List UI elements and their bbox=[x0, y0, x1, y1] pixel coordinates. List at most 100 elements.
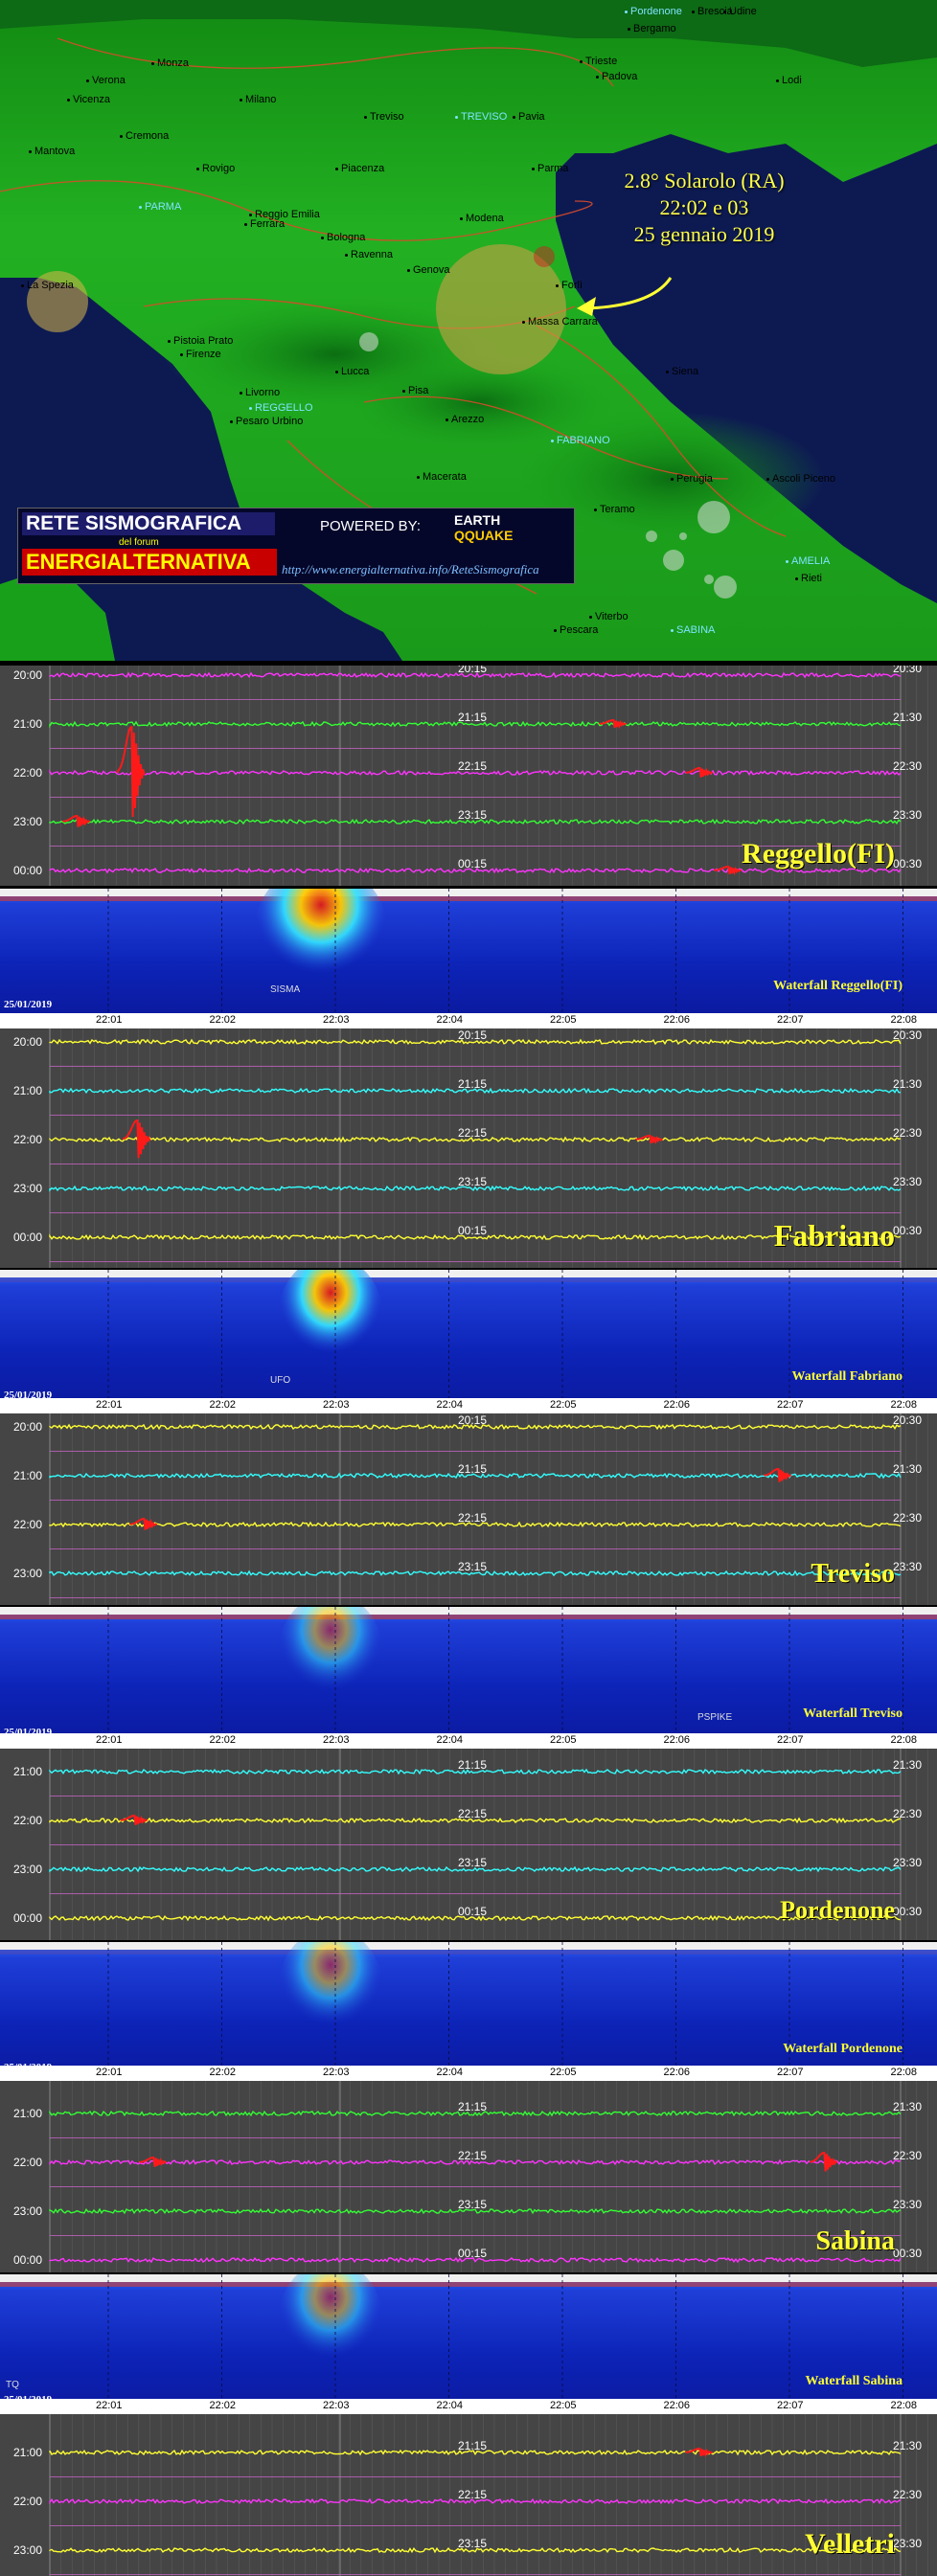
seismogram-traces bbox=[49, 1413, 928, 1605]
logo-title: RETE SISMOGRAFICA bbox=[22, 512, 275, 535]
city-label: Vicenza bbox=[67, 94, 110, 105]
time-axis-tick: 22:05 bbox=[550, 1014, 577, 1026]
logo-powered-by: POWERED BY: bbox=[320, 518, 422, 534]
event-annotation: 2.8° Solarolo (RA) 22:02 e 03 25 gennaio… bbox=[594, 168, 814, 248]
city-label: Livorno bbox=[240, 387, 280, 398]
row-time-mid: 00:15 bbox=[458, 1224, 488, 1237]
station-title: Fabriano bbox=[773, 1218, 895, 1253]
time-axis-tick: 22:01 bbox=[96, 2067, 123, 2078]
waterfall-annotation: UFO bbox=[270, 1375, 291, 1386]
time-axis-tick: 22:01 bbox=[96, 1399, 123, 1411]
row-time-end: 00:30 bbox=[893, 1224, 923, 1237]
waterfall-title: Waterfall Reggello(FI) bbox=[773, 979, 903, 993]
row-time-start: 21:00 bbox=[13, 1084, 43, 1097]
time-axis-tick: 22:07 bbox=[777, 2400, 804, 2411]
row-time-start: 21:00 bbox=[13, 1469, 43, 1482]
row-time-start: 21:00 bbox=[13, 2107, 43, 2120]
city-label: FABRIANO bbox=[551, 435, 610, 446]
row-time-mid: 23:15 bbox=[458, 2198, 488, 2211]
city-label: Bergamo bbox=[628, 23, 676, 34]
logo-url[interactable]: http://www.energialternativa.info/ReteSi… bbox=[282, 562, 539, 577]
row-time-start: 22:00 bbox=[13, 2156, 43, 2169]
row-time-mid: 00:15 bbox=[458, 2247, 488, 2260]
time-axis: 22:01 22:02 22:03 22:04 22:05 22:06 22:07 22:08 bbox=[0, 1398, 937, 1413]
waterfall-date: 25/01/2019 bbox=[4, 999, 53, 1010]
city-label: Modena bbox=[460, 213, 504, 224]
waterfall-fabriano: Waterfall Fabriano 25/01/2019 UFO bbox=[0, 1270, 937, 1404]
row-time-end: 22:30 bbox=[893, 2488, 923, 2501]
city-label: Pordenone bbox=[625, 6, 682, 17]
row-time-mid: 21:15 bbox=[458, 2100, 488, 2113]
row-time-mid: 23:15 bbox=[458, 1560, 488, 1573]
city-label: Bologna bbox=[321, 232, 365, 243]
time-axis: 22:01 22:02 22:03 22:04 22:05 22:06 22:07 22:08 bbox=[0, 1013, 937, 1028]
city-label: SABINA bbox=[671, 624, 715, 636]
time-axis-tick: 22:03 bbox=[323, 1399, 350, 1411]
row-time-start: 00:00 bbox=[13, 2253, 43, 2267]
seismogram-panel-velletri: 21:00 21:15 21:30 22:00 22:15 22:30 23:00 23:15… bbox=[0, 2414, 937, 2576]
city-label: Pescara bbox=[554, 624, 598, 636]
logo-subtitle: del forum bbox=[119, 537, 159, 548]
waterfall-title: Waterfall Sabina bbox=[805, 2374, 903, 2388]
network-logo: RETE SISMOGRAFICA del forum ENERGIALTERN… bbox=[17, 508, 575, 584]
row-time-end: 23:30 bbox=[893, 1560, 923, 1573]
time-axis-tick: 22:06 bbox=[663, 1399, 691, 1411]
city-label: Monza bbox=[151, 57, 189, 69]
row-time-start: 20:00 bbox=[13, 668, 43, 682]
row-time-mid: 21:15 bbox=[458, 2439, 488, 2452]
city-label: Pesaro Urbino bbox=[230, 416, 303, 427]
row-time-start: 23:00 bbox=[13, 1182, 43, 1195]
row-time-end: 23:30 bbox=[893, 2198, 923, 2211]
row-time-mid: 22:15 bbox=[458, 1126, 488, 1140]
row-time-end: 23:30 bbox=[893, 808, 923, 822]
row-time-start: 00:00 bbox=[13, 1231, 43, 1244]
row-time-start: 21:00 bbox=[13, 2446, 43, 2459]
time-axis-tick: 22:01 bbox=[96, 1014, 123, 1026]
row-time-start: 21:00 bbox=[13, 1765, 43, 1778]
row-time-start: 23:00 bbox=[13, 1863, 43, 1876]
waterfall-spectrogram bbox=[0, 889, 937, 1013]
city-label: Treviso bbox=[364, 111, 404, 123]
time-axis-tick: 22:04 bbox=[436, 1399, 464, 1411]
city-label: Trieste bbox=[580, 56, 617, 67]
city-label: Verona bbox=[86, 75, 126, 86]
waterfall-spectrogram bbox=[0, 2274, 937, 2408]
time-axis-tick: 22:07 bbox=[777, 1734, 804, 1746]
event-spike bbox=[120, 1814, 149, 1825]
city-label: Milano bbox=[240, 94, 276, 105]
waterfall-annotation: PSPIKE bbox=[697, 1712, 733, 1723]
row-time-end: 22:30 bbox=[893, 2149, 923, 2162]
row-time-start: 20:00 bbox=[13, 1035, 43, 1049]
waterfall-treviso: Waterfall Treviso 25/01/2019 PSPIKE bbox=[0, 1607, 937, 1741]
city-label: Cremona bbox=[120, 130, 169, 142]
time-axis-tick: 22:02 bbox=[209, 2067, 237, 2078]
event-spike bbox=[139, 2156, 168, 2167]
waterfall-reggello: Waterfall Reggello(FI) 25/01/2019 SISMA bbox=[0, 889, 937, 1013]
row-time-mid: 22:15 bbox=[458, 1807, 488, 1820]
row-time-end: 22:30 bbox=[893, 759, 923, 773]
row-time-mid: 23:15 bbox=[458, 2537, 488, 2550]
time-axis-tick: 22:07 bbox=[777, 2067, 804, 2078]
time-axis-tick: 22:04 bbox=[436, 2400, 464, 2411]
city-label: Rovigo bbox=[196, 163, 235, 174]
row-time-end: 20:30 bbox=[893, 1413, 923, 1427]
time-axis-tick: 22:03 bbox=[323, 1734, 350, 1746]
event-spike bbox=[62, 814, 91, 827]
waterfall-annotation: SISMA bbox=[270, 984, 301, 995]
row-time-start: 22:00 bbox=[13, 2495, 43, 2508]
row-time-mid: 00:15 bbox=[458, 1905, 488, 1918]
station-title: Pordenone bbox=[780, 1896, 895, 1924]
time-axis-tick: 22:06 bbox=[663, 1734, 691, 1746]
city-label: Viterbo bbox=[589, 611, 628, 622]
seismogram-panel-pordenone: 21:00 21:15 21:30 22:00 22:15 22:30 23:00 23:15… bbox=[0, 1749, 937, 1940]
time-axis-tick: 22:02 bbox=[209, 2400, 237, 2411]
time-axis-tick: 22:05 bbox=[550, 2400, 577, 2411]
time-axis-tick: 22:04 bbox=[436, 1014, 464, 1026]
seismogram-panel-fabriano: 20:00 20:15 20:30 21:00 21:15 21:30 22:00 22:15… bbox=[0, 1028, 937, 1268]
station-title: Treviso bbox=[811, 1559, 895, 1589]
time-axis: 22:01 22:02 22:03 22:04 22:05 22:06 22:07 22:08 bbox=[0, 2066, 937, 2081]
city-label: Piacenza bbox=[335, 163, 384, 174]
city-label: TREVISO bbox=[455, 111, 507, 123]
row-time-start: 23:00 bbox=[13, 815, 43, 828]
row-time-end: 00:30 bbox=[893, 857, 923, 870]
